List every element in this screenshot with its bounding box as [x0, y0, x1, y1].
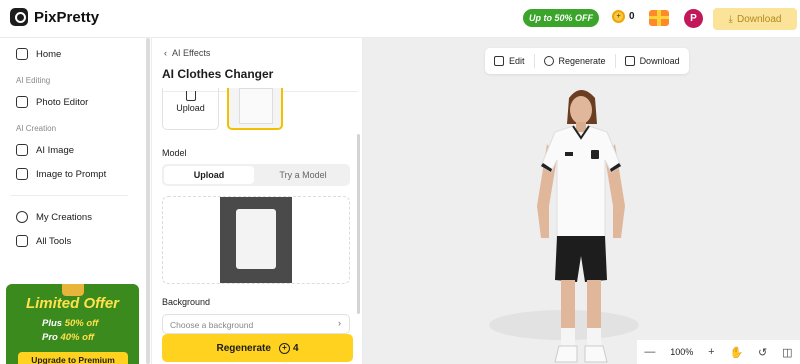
edit-button[interactable]: Edit — [485, 48, 534, 74]
zoom-level: 100% — [670, 347, 694, 357]
download-toolbar-label: Download — [639, 56, 680, 66]
upload-label: Upload — [176, 103, 205, 113]
app-root: PixPretty Up to 50% OFF + 0 P ⤓ Download… — [0, 0, 800, 364]
uploaded-model-image — [220, 197, 292, 283]
shirt-thumbnail-image — [239, 88, 273, 124]
page-title: AI Clothes Changer — [162, 67, 274, 81]
image-toolbar: Edit Regenerate Download — [485, 48, 689, 74]
download-toolbar-button[interactable]: Download — [616, 48, 689, 74]
grid-icon — [16, 235, 28, 247]
promo-badge[interactable]: Up to 50% OFF — [523, 9, 599, 27]
sidebar-scrollbar[interactable] — [146, 38, 150, 364]
zoom-controls: — 100% + ✋ ↺ ◫ — [637, 340, 800, 364]
offer-title: Limited Offer — [25, 295, 120, 312]
download-icon: ⤓ — [728, 13, 733, 25]
limited-offer-banner[interactable]: Limited Offer Plus 50% off Pro 40% off U… — [6, 284, 139, 364]
hand-icon[interactable]: ✋ — [729, 346, 743, 359]
regenerate-button[interactable]: Regenerate + 4 — [162, 334, 353, 362]
image-prompt-icon — [16, 168, 28, 180]
credits-value: 0 — [629, 11, 635, 22]
sidebar-divider — [10, 195, 128, 196]
sidebar-item-label: AI Image — [36, 144, 75, 156]
refresh-icon — [543, 56, 554, 66]
background-label: Background — [162, 297, 211, 307]
sidebar-item-home[interactable]: Home — [16, 48, 61, 60]
chevron-left-icon: ‹ — [164, 48, 167, 58]
clothes-thumbnail-selected[interactable] — [227, 88, 283, 130]
regenerate-cost-value: 4 — [292, 342, 299, 354]
sidebar-item-label: Image to Prompt — [36, 168, 107, 180]
tab-try-a-model[interactable]: Try a Model — [258, 166, 348, 184]
offer-pro-pct: 40% off — [60, 332, 95, 343]
settings-panel: ‹ AI Effects AI Clothes Changer Upload M… — [152, 38, 363, 364]
coin-icon: + — [612, 10, 625, 23]
sidebar-item-my-creations[interactable]: My Creations — [16, 211, 92, 223]
sidebar-item-photo-editor[interactable]: Photo Editor — [16, 96, 88, 108]
sidebar-item-label: Home — [36, 48, 62, 60]
undo-icon[interactable]: ↺ — [758, 346, 767, 359]
avatar[interactable]: P — [684, 9, 703, 28]
gift-icon[interactable] — [649, 10, 669, 26]
sidebar: Home AI Editing Photo Editor AI Creation… — [0, 38, 152, 364]
logo-icon — [10, 8, 28, 26]
regenerate-toolbar-button[interactable]: Regenerate — [535, 48, 615, 74]
upload-icon — [185, 91, 196, 101]
credit-plus-icon: + — [278, 342, 290, 354]
model-source-tabs: Upload Try a Model — [162, 164, 350, 186]
result-canvas: Edit Regenerate Download — 100% + ✋ ↺ ◫ — [363, 38, 800, 364]
app-name: PixPretty — [34, 8, 100, 26]
compare-icon[interactable]: ◫ — [782, 346, 792, 359]
download-label: Download — [736, 13, 782, 25]
offer-plus-label: Plus — [42, 318, 63, 329]
creations-icon — [16, 211, 28, 223]
regenerate-toolbar-label: Regenerate — [558, 56, 606, 66]
chevron-right-icon: › — [338, 318, 341, 328]
back-label: AI Effects — [172, 48, 211, 58]
background-select[interactable]: Choose a background › — [162, 314, 350, 334]
zoom-in-icon[interactable]: + — [708, 346, 714, 358]
offer-plus-pct: 50% off — [64, 318, 99, 329]
offer-plus: Plus 50% off — [42, 318, 98, 329]
section-label-ai-creation: AI Creation — [16, 124, 57, 133]
offer-pro-label: Pro — [42, 332, 58, 343]
sidebar-item-label: All Tools — [36, 235, 72, 247]
tab-upload[interactable]: Upload — [164, 166, 254, 184]
model-dropzone[interactable] — [162, 196, 350, 284]
result-image — [537, 90, 625, 363]
download-icon — [624, 56, 635, 66]
section-label-ai-editing: AI Editing — [16, 76, 51, 85]
sidebar-item-all-tools[interactable]: All Tools — [16, 235, 71, 247]
download-button-top[interactable]: ⤓ Download — [713, 8, 797, 30]
back-link[interactable]: ‹ AI Effects — [164, 48, 210, 58]
shirt-image — [236, 209, 276, 269]
edit-label: Edit — [509, 56, 525, 66]
logo[interactable]: PixPretty — [10, 8, 99, 26]
pencil-icon — [494, 56, 504, 66]
top-bar: PixPretty Up to 50% OFF + 0 P ⤓ Download — [0, 0, 800, 38]
sidebar-item-label: My Creations — [36, 211, 92, 223]
panel-scrollbar[interactable] — [357, 134, 360, 314]
photo-editor-icon — [16, 96, 28, 108]
regenerate-label: Regenerate — [216, 342, 271, 354]
sidebar-item-ai-image[interactable]: AI Image — [16, 144, 74, 156]
image-icon — [16, 144, 28, 156]
sidebar-item-label: Photo Editor — [36, 96, 89, 108]
zoom-out-icon[interactable]: — — [644, 346, 655, 358]
upgrade-button[interactable]: Upgrade to Premium — [18, 352, 128, 364]
credits-counter[interactable]: + 0 — [612, 10, 635, 23]
background-placeholder: Choose a background — [170, 320, 254, 330]
clothes-upload-button[interactable]: Upload — [162, 88, 219, 130]
offer-pro: Pro 40% off — [42, 332, 94, 343]
regenerate-cost: + 4 — [278, 342, 299, 354]
model-label: Model — [162, 148, 187, 158]
home-icon — [16, 48, 28, 60]
sidebar-item-image-to-prompt[interactable]: Image to Prompt — [16, 168, 106, 180]
